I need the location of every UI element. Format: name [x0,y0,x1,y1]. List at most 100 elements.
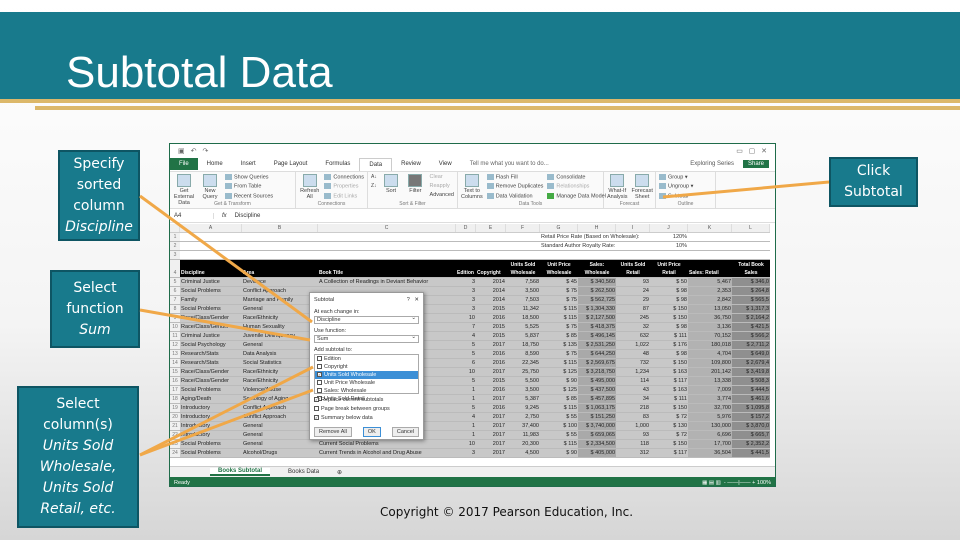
cell[interactable]: 2016 [476,386,506,394]
cell[interactable]: Family [180,296,242,304]
cell[interactable]: $ 3,218,750 [578,368,616,376]
cell[interactable]: $ 2,569,675 [578,359,616,367]
cell[interactable]: 13,338 [688,377,732,385]
cell[interactable]: Social Problems [180,440,242,448]
cell[interactable]: $ 111 [650,332,688,340]
column-header[interactable]: C [318,224,456,232]
cell[interactable] [688,251,732,259]
cell[interactable]: 7 [456,323,476,331]
cell[interactable]: Criminal Justice [180,278,242,286]
cell[interactable]: $ 3,870,0 [732,422,770,430]
cell[interactable]: $ 72 [650,431,688,439]
cell[interactable]: 37,400 [506,422,540,430]
cell[interactable]: 5,837 [506,332,540,340]
cell[interactable]: 312 [616,449,650,457]
cell[interactable]: 6,696 [688,431,732,439]
subtotal-list-item[interactable]: Sales: Wholesale [315,387,418,395]
cell[interactable]: 2,750 [506,413,540,421]
cell[interactable] [616,251,650,259]
cell[interactable]: Conflict Approach [242,404,318,412]
cell[interactable]: $ 264,8 [732,287,770,295]
page-break-checkbox[interactable]: Page break between groups [314,406,419,412]
cell[interactable]: 34 [616,395,650,403]
cell[interactable]: General [242,341,318,349]
cell[interactable] [732,233,770,241]
row-number[interactable]: 13 [170,350,180,358]
row-number[interactable]: 4 [170,260,180,277]
column-header[interactable]: F [506,224,540,232]
from-table-button[interactable]: From Table [225,183,273,190]
cell[interactable]: 5,525 [506,323,540,331]
close-icon[interactable]: ✕ [414,297,419,303]
cell[interactable]: 1 [456,431,476,439]
cell[interactable]: Race/Ethnicity [242,314,318,322]
cell[interactable]: 36,750 [688,314,732,322]
sheet-tab-books-data[interactable]: Books Data [280,469,327,475]
checkbox[interactable] [317,364,322,370]
cell[interactable]: 3 [456,305,476,313]
cell[interactable]: $ 1,317,3 [732,305,770,313]
cell[interactable]: $ 115 [540,440,578,448]
row-number[interactable]: 22 [170,431,180,439]
row-number[interactable]: 18 [170,395,180,403]
cell[interactable]: 7,568 [506,278,540,286]
cell[interactable]: 20,300 [506,440,540,448]
flash-fill-button[interactable]: Flash Fill [486,174,544,181]
cell[interactable]: 5,467 [688,278,732,286]
cell[interactable]: Race/Class/Gender [180,314,242,322]
cell[interactable]: 2017 [476,440,506,448]
cell[interactable]: $ 100 [540,422,578,430]
cell[interactable]: $ 115 [540,314,578,322]
tab-home[interactable]: Home [198,161,232,167]
column-header[interactable]: A [180,224,242,232]
cell[interactable]: 93 [616,278,650,286]
column-header-cell[interactable]: Units Sold Retail [616,260,650,277]
ok-button[interactable]: OK [362,427,381,437]
row-number[interactable]: 2 [170,242,180,250]
cell[interactable]: Research/Stats [180,359,242,367]
row-number[interactable]: 24 [170,449,180,457]
cell[interactable]: 2015 [476,323,506,331]
cell[interactable]: 245 [616,314,650,322]
row-number[interactable]: 21 [170,422,180,430]
advanced-button[interactable]: Advanced [430,192,454,199]
cell[interactable]: $ 135 [540,341,578,349]
cell[interactable]: 632 [616,332,650,340]
cell[interactable]: 109,800 [688,359,732,367]
cell[interactable]: $ 1,063,175 [578,404,616,412]
cell[interactable]: Sociology of Aging [242,395,318,403]
column-header[interactable]: G [540,224,578,232]
row-number[interactable]: 5 [170,278,180,286]
cell[interactable]: Introductory [180,404,242,412]
cell[interactable]: 180,018 [688,341,732,349]
cell[interactable]: $ 150 [650,314,688,322]
relationships-button[interactable]: Relationships [547,183,606,190]
cell[interactable]: 114 [616,377,650,385]
cell[interactable] [456,251,476,259]
cell[interactable]: $ 111 [650,395,688,403]
cell[interactable] [242,251,318,259]
subtotal-list-item[interactable]: Copyright [315,363,418,371]
column-header-cell[interactable]: Edition [456,260,476,277]
cell[interactable] [476,251,506,259]
row-number[interactable]: 7 [170,296,180,304]
cell[interactable] [732,242,770,250]
column-header[interactable]: J [650,224,688,232]
consolidate-button[interactable]: Consolidate [547,174,606,181]
cell[interactable]: 2,842 [688,296,732,304]
cell[interactable]: $ 151,250 [578,413,616,421]
cell[interactable]: 22,345 [506,359,540,367]
cell[interactable]: 11,342 [506,305,540,313]
reapply-button[interactable]: Reapply [430,183,454,190]
cell[interactable]: 11,983 [506,431,540,439]
cell[interactable] [732,251,770,259]
cell[interactable]: Social Problems [180,305,242,313]
cell[interactable]: $ 1,304,330 [578,305,616,313]
cell[interactable]: 10 [456,440,476,448]
cell[interactable]: 732 [616,359,650,367]
cell[interactable]: Marriage and Family [242,296,318,304]
cell[interactable]: Race/Ethnicity [242,377,318,385]
cell[interactable]: 3 [456,287,476,295]
cell[interactable]: 24 [616,287,650,295]
cell[interactable]: $ 437,500 [578,386,616,394]
